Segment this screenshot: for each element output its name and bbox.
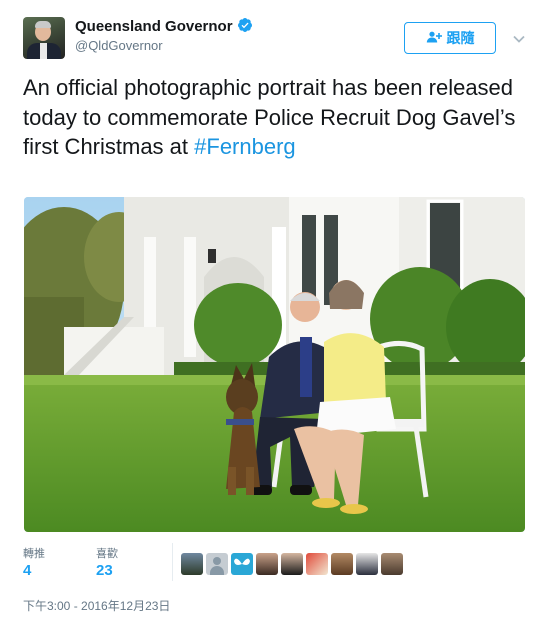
tweet-text: An official photographic portrait has be… xyxy=(23,73,528,162)
hashtag-link[interactable]: #Fernberg xyxy=(194,134,296,159)
likes-label: 喜歡 xyxy=(96,548,118,560)
liker-avatar[interactable] xyxy=(231,553,253,575)
liker-avatar[interactable] xyxy=(206,553,228,575)
liker-avatar[interactable] xyxy=(256,553,278,575)
tweet-photo[interactable] xyxy=(24,197,525,532)
liker-avatar[interactable] xyxy=(381,553,403,575)
verified-badge-icon xyxy=(237,17,253,38)
author-name[interactable]: Queensland Governor xyxy=(75,17,253,38)
author-display-name[interactable]: Queensland Governor xyxy=(75,18,233,35)
liker-avatar[interactable] xyxy=(281,553,303,575)
chevron-down-icon[interactable] xyxy=(513,30,525,48)
liker-avatar[interactable] xyxy=(306,553,328,575)
liker-avatars xyxy=(181,553,403,575)
stats-divider xyxy=(172,543,173,581)
liker-avatar[interactable] xyxy=(356,553,378,575)
follow-button-label: 跟隨 xyxy=(446,30,475,46)
author-avatar[interactable] xyxy=(23,17,65,59)
add-user-icon xyxy=(426,30,442,46)
tweet-timestamp[interactable]: 下午3:00 - 2016年12月23日 xyxy=(23,597,170,614)
liker-avatar[interactable] xyxy=(181,553,203,575)
likes-count[interactable]: 23 xyxy=(96,562,113,579)
follow-button[interactable]: 跟隨 xyxy=(404,22,496,54)
portrait-photo xyxy=(24,197,525,532)
retweets-label: 轉推 xyxy=(23,548,45,560)
retweets-count[interactable]: 4 xyxy=(23,562,31,579)
author-handle[interactable]: @QldGovernor xyxy=(75,38,163,53)
liker-avatar[interactable] xyxy=(331,553,353,575)
